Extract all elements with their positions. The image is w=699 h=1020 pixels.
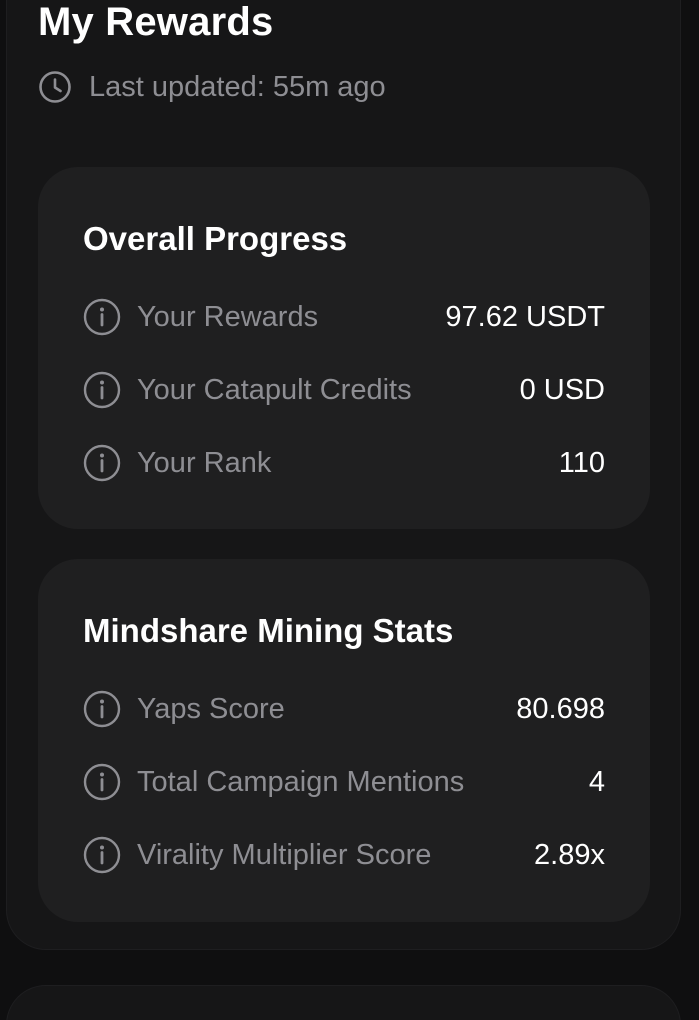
stat-row-campaign-mentions: Total Campaign Mentions 4 [83,762,605,802]
stat-label: Your Rank [137,446,272,479]
info-icon[interactable] [83,763,121,801]
stat-row-virality-multiplier: Virality Multiplier Score 2.89x [83,835,605,875]
info-icon[interactable] [83,444,121,482]
stat-label: Your Rewards [137,300,319,333]
info-icon[interactable] [83,371,121,409]
clock-icon [38,70,72,104]
info-icon[interactable] [83,298,121,336]
stat-label: Your Catapult Credits [137,373,412,406]
page-title: My Rewards [38,0,274,44]
stat-row-your-rewards: Your Rewards 97.62 USDT [83,297,605,337]
next-section-card [6,985,681,1020]
stat-row-your-rank: Your Rank 110 [83,443,605,483]
info-icon[interactable] [83,836,121,874]
overall-progress-card: Overall Progress Your Rewards 97.62 USDT [38,167,650,529]
stat-label: Yaps Score [137,692,285,725]
mindshare-mining-title: Mindshare Mining Stats [83,612,454,649]
stat-value: 0 USD [519,373,605,406]
stat-value: 4 [588,765,605,798]
stat-row-catapult-credits: Your Catapult Credits 0 USD [83,370,605,410]
stat-value: 110 [558,446,605,479]
stat-row-yaps-score: Yaps Score 80.698 [83,689,605,729]
stat-value: 97.62 USDT [445,300,605,333]
rewards-page: My Rewards Last updated: 55m ago Overall… [0,0,699,1020]
stat-value: 80.698 [516,692,605,725]
info-icon[interactable] [83,690,121,728]
overall-progress-title: Overall Progress [83,220,348,257]
stat-value: 2.89x [534,838,605,871]
last-updated: Last updated: 55m ago [38,70,386,104]
stat-label: Total Campaign Mentions [137,765,465,798]
mindshare-mining-card: Mindshare Mining Stats Yaps Score 80.698 [38,559,650,922]
last-updated-text: Last updated: 55m ago [89,70,386,103]
stat-label: Virality Multiplier Score [137,838,432,871]
